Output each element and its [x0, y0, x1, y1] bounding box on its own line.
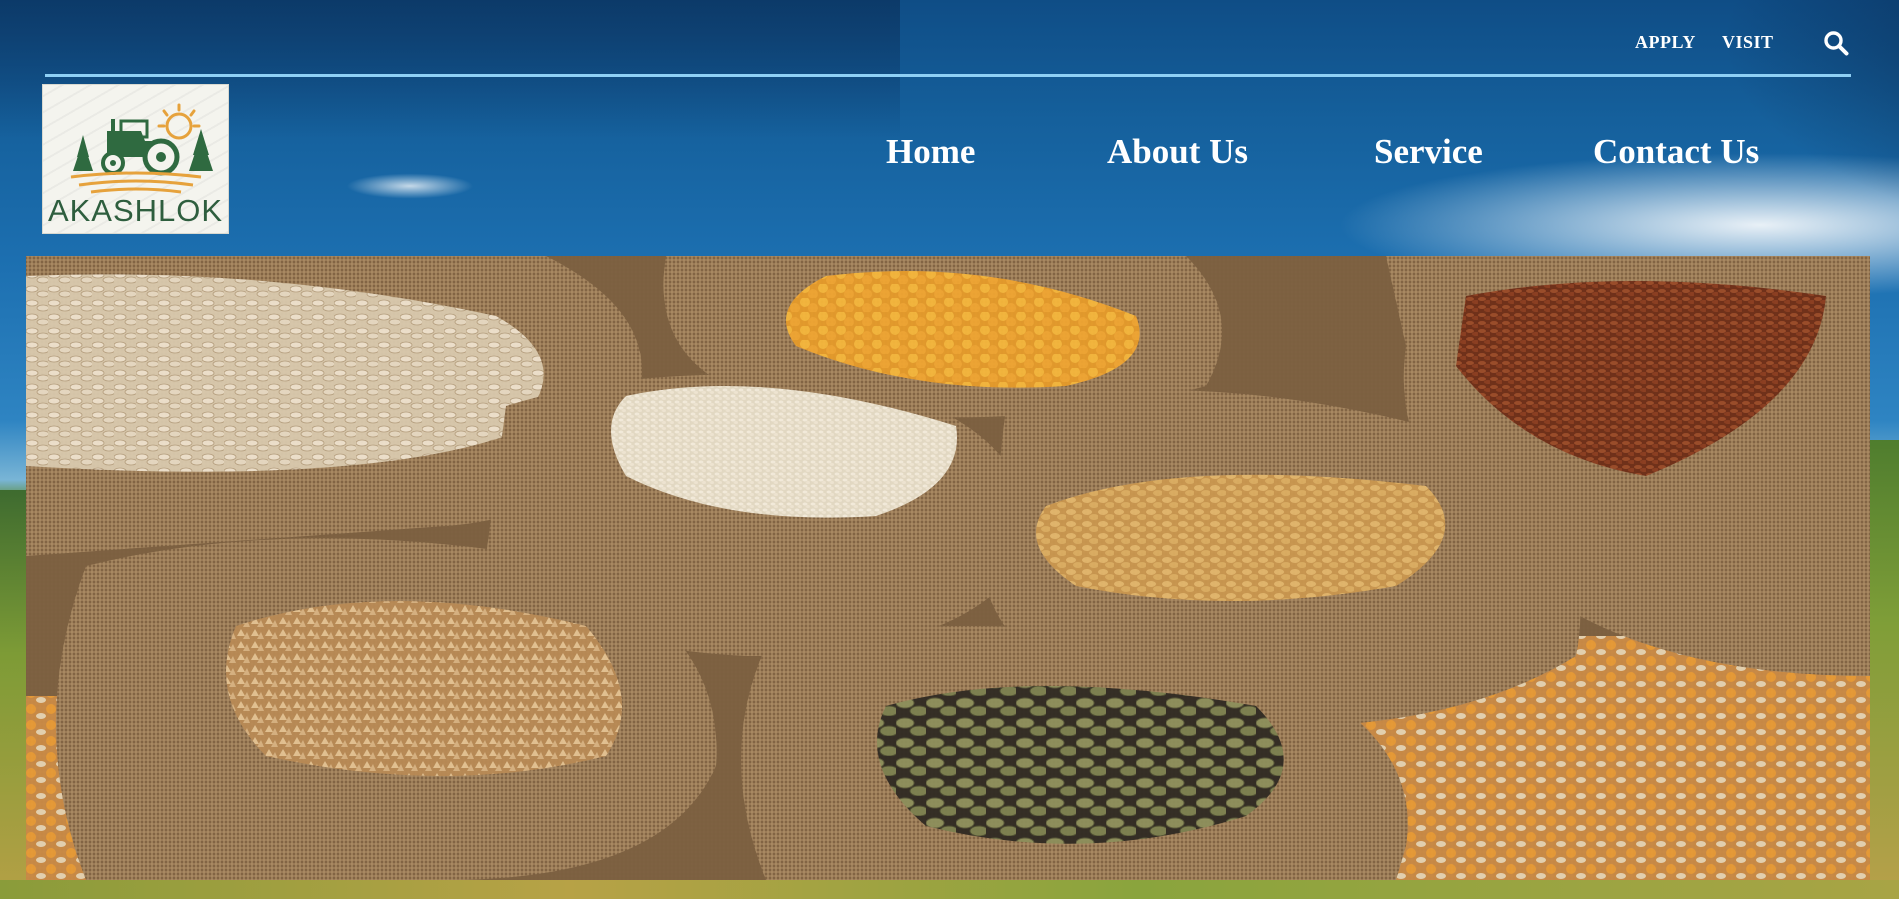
logo-text: AKASHLOK — [47, 193, 224, 228]
hero-illustration — [26, 256, 1870, 880]
main-navigation: Home About Us Service Contact Us — [0, 132, 1899, 182]
grain-sacks-image — [26, 256, 1870, 880]
sky-shade-right — [699, 0, 1899, 260]
nav-contact-us[interactable]: Contact Us — [1593, 132, 1759, 172]
search-icon[interactable] — [1823, 30, 1849, 56]
nav-service[interactable]: Service — [1374, 132, 1483, 172]
field-strip-bottom — [0, 880, 1899, 899]
field-strip-right — [1869, 440, 1899, 899]
nav-about-us[interactable]: About Us — [1107, 132, 1248, 172]
nav-home[interactable]: Home — [886, 132, 975, 172]
visit-link[interactable]: VISIT — [1722, 32, 1774, 53]
header-divider — [45, 74, 1851, 77]
apply-link[interactable]: APPLY — [1635, 32, 1696, 53]
